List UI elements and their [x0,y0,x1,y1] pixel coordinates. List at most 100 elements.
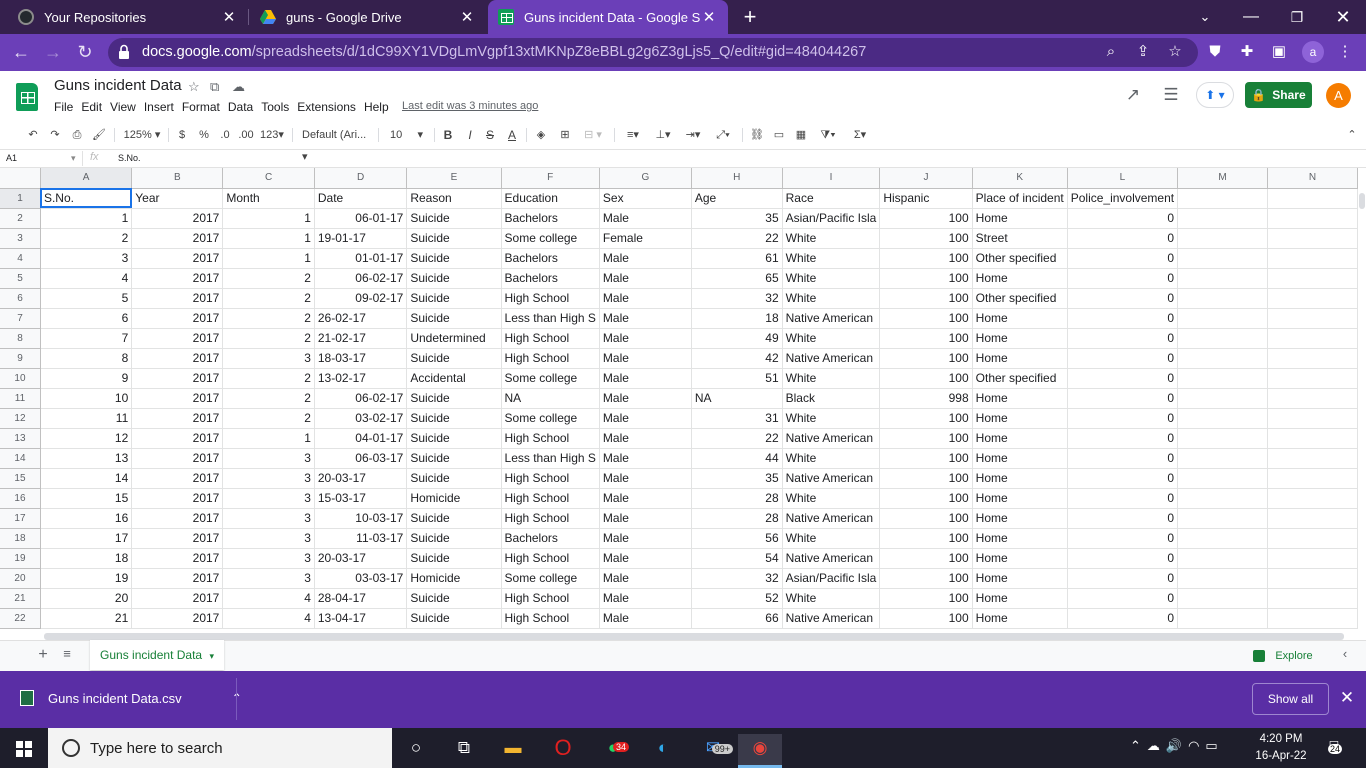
cell[interactable]: White [782,528,881,549]
cell[interactable]: 52 [691,588,783,609]
cell[interactable]: White [782,288,881,309]
cell[interactable]: 2017 [131,548,224,569]
cell[interactable]: Bachelors [501,268,600,289]
cell[interactable]: 2017 [131,348,224,369]
taskbar-clock[interactable]: 4:20 PM 16-Apr-22 [1250,731,1312,765]
cell[interactable] [1267,568,1358,589]
cell[interactable]: 2017 [131,588,224,609]
column-header[interactable]: H [691,168,783,189]
cell[interactable]: Male [599,568,692,589]
cell[interactable]: 100 [879,528,973,549]
row-header[interactable]: 22 [0,608,41,629]
cell[interactable]: 12 [40,428,133,449]
cell[interactable]: 2017 [131,468,224,489]
cell[interactable]: 10 [40,388,133,409]
cell[interactable]: Male [599,288,692,309]
cell[interactable]: Date [314,188,408,209]
cell[interactable]: Male [599,588,692,609]
cell[interactable]: Native American [782,428,881,449]
share-page-icon[interactable]: ⇪ [1132,41,1154,63]
cell[interactable] [1177,328,1269,349]
column-header[interactable]: M [1177,168,1269,189]
font-family-select[interactable]: Default (Ari... ▾ [298,124,374,163]
cell[interactable]: 61 [691,248,783,269]
undo-icon[interactable]: ↶ [24,124,42,146]
cell[interactable]: Year [131,188,224,209]
cell[interactable]: High School [501,508,600,529]
notification-center-icon[interactable]: ▭ 24 [1322,736,1346,760]
cell[interactable]: Home [972,528,1068,549]
cell[interactable]: 0 [1067,548,1179,569]
cell[interactable]: Other specified [972,288,1068,309]
close-tab-icon[interactable]: ✕ [700,8,718,26]
row-header[interactable]: 6 [0,288,41,309]
whatsapp-icon[interactable]: ●34 [597,734,629,762]
cell[interactable]: 4 [222,588,315,609]
cell[interactable]: 56 [691,528,783,549]
cell[interactable]: White [782,588,881,609]
cell[interactable] [1177,508,1269,529]
cell[interactable]: S.No. [40,188,133,209]
cell[interactable]: 2 [222,268,315,289]
cell[interactable]: Suicide [406,528,502,549]
minimize-button[interactable]: — [1228,0,1274,34]
cell[interactable] [1177,188,1269,209]
cell[interactable]: White [782,228,881,249]
cell[interactable]: 2017 [131,528,224,549]
cell[interactable]: 4 [40,268,133,289]
cell[interactable]: High School [501,588,600,609]
cell[interactable] [1177,368,1269,389]
close-window-button[interactable]: ✕ [1320,0,1366,34]
menu-data[interactable]: Data [228,100,253,114]
cell[interactable] [1267,348,1358,369]
sheet-tab-dropdown-icon[interactable]: ▾ [209,651,214,661]
cell[interactable]: Home [972,548,1068,569]
new-tab-button[interactable]: + [738,4,762,30]
cell[interactable]: 4 [222,608,315,629]
cell[interactable]: White [782,248,881,269]
share-button[interactable]: 🔒 Share [1245,82,1312,108]
insert-comment-icon[interactable]: ▭ [770,124,788,146]
cell[interactable]: Homicide [406,568,502,589]
cell[interactable]: Home [972,448,1068,469]
tab-search-chevron-icon[interactable]: ⌄ [1182,0,1228,34]
cell[interactable]: 51 [691,368,783,389]
cell[interactable]: 42 [691,348,783,369]
cell[interactable]: Home [972,208,1068,229]
cell[interactable]: 15-03-17 [314,488,408,509]
cell[interactable]: Home [972,308,1068,329]
cell[interactable]: High School [501,468,600,489]
cell[interactable]: 100 [879,508,973,529]
cell[interactable] [1267,308,1358,329]
cell[interactable]: 2017 [131,608,224,629]
cell[interactable]: Bachelors [501,208,600,229]
menu-help[interactable]: Help [364,100,389,114]
cell[interactable]: 32 [691,288,783,309]
insert-link-icon[interactable]: ⛓ [748,124,766,146]
cell[interactable]: 2 [222,328,315,349]
cell[interactable]: Home [972,468,1068,489]
cell[interactable] [1267,268,1358,289]
chrome-icon[interactable]: ◉ [744,734,776,762]
more-formats-button[interactable]: 123▾ [258,124,286,146]
cell[interactable]: Suicide [406,208,502,229]
cell[interactable] [1177,388,1269,409]
cell[interactable] [1177,408,1269,429]
cell[interactable]: 13 [40,448,133,469]
text-wrapping-icon[interactable]: ⇥▾ [680,124,706,146]
cell[interactable]: 0 [1067,368,1179,389]
cell[interactable]: 1 [222,208,315,229]
cell[interactable]: 0 [1067,448,1179,469]
cell[interactable]: Male [599,428,692,449]
cell[interactable]: 2017 [131,488,224,509]
cell[interactable]: Sex [599,188,692,209]
cell[interactable]: Some college [501,368,600,389]
cell[interactable]: High School [501,488,600,509]
cell[interactable]: 998 [879,388,973,409]
cell[interactable] [1177,568,1269,589]
cell[interactable]: 20-03-17 [314,548,408,569]
cell[interactable]: Suicide [406,308,502,329]
sheet-tab-active[interactable]: Guns incident Data ▾ [90,640,224,670]
bookmark-star-icon[interactable]: ☆ [1164,41,1186,63]
cell[interactable]: Some college [501,228,600,249]
